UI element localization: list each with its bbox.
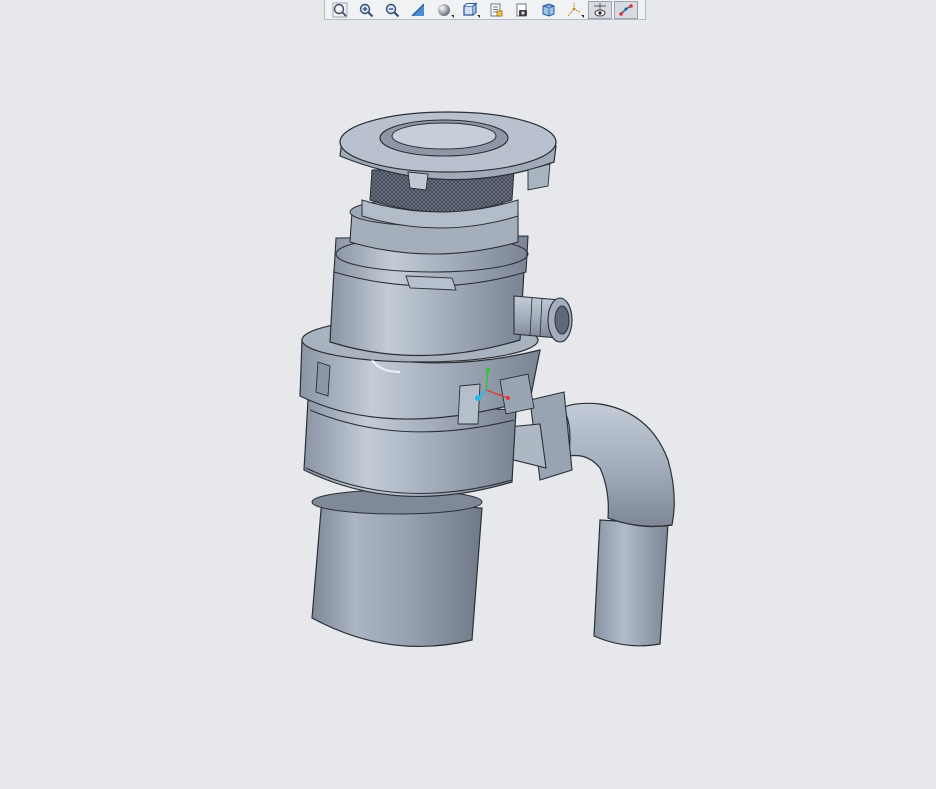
refit-icon <box>332 2 348 17</box>
section-view-button[interactable] <box>536 1 560 19</box>
motor-housing <box>311 489 483 647</box>
annotation-display-icon <box>594 2 606 16</box>
saved-orientations-button[interactable] <box>458 1 482 19</box>
view-manager-button[interactable] <box>484 1 508 19</box>
display-style-icon <box>438 3 450 16</box>
perspective-button[interactable] <box>510 1 534 19</box>
zoom-out-button[interactable] <box>380 1 404 19</box>
datum-display-icon <box>567 2 581 16</box>
display-style-button[interactable] <box>432 1 456 19</box>
perspective-icon <box>516 3 527 16</box>
zoom-in-icon <box>359 3 374 17</box>
datum-display-button[interactable] <box>562 1 586 19</box>
spin-center-icon <box>619 3 633 16</box>
annotation-display-button[interactable] <box>588 0 612 19</box>
zoom-in-button[interactable] <box>354 1 378 19</box>
garbage-disposer-model[interactable] <box>0 20 936 789</box>
graphics-viewport[interactable] <box>0 20 936 789</box>
repaint-button[interactable] <box>406 1 430 19</box>
view-toolbar <box>324 0 646 20</box>
repaint-icon <box>411 3 425 16</box>
saved-orientations-icon <box>463 1 478 16</box>
section-view-icon <box>542 2 555 17</box>
zoom-out-icon <box>385 3 400 17</box>
view-manager-icon <box>490 3 503 16</box>
refit-button[interactable] <box>328 1 352 19</box>
dishwasher-inlet <box>513 295 573 343</box>
spin-center-button[interactable] <box>614 0 638 19</box>
